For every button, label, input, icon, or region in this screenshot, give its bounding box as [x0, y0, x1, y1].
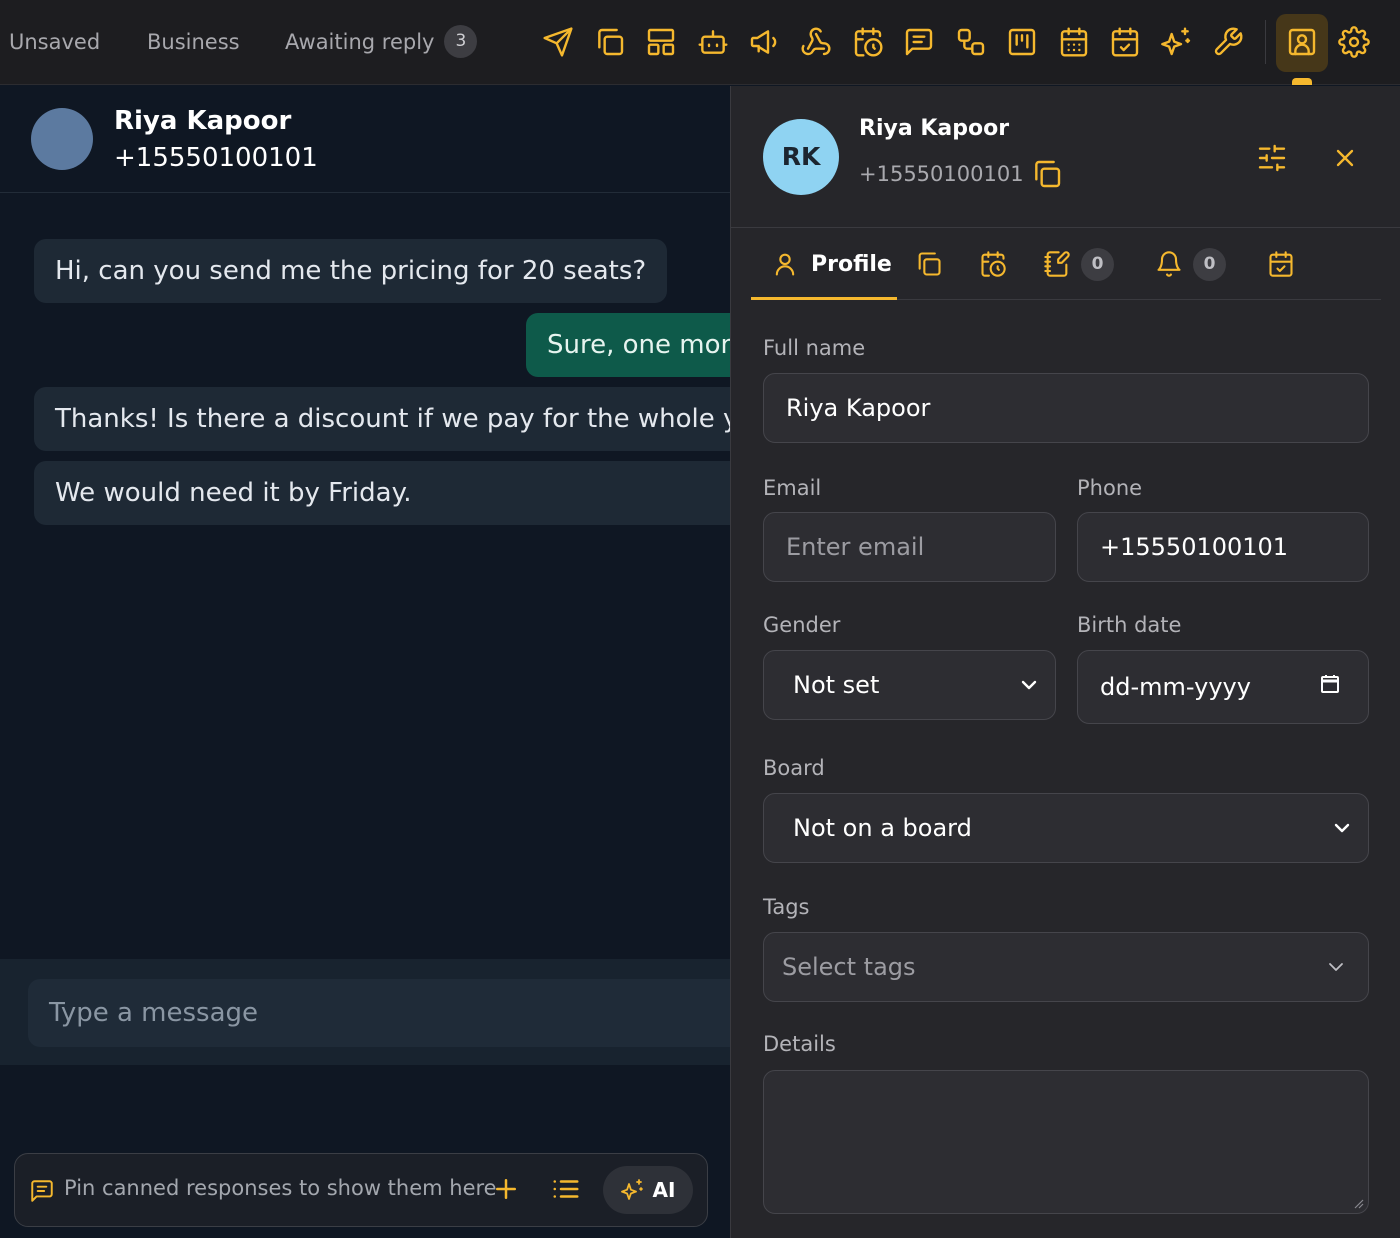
board-label: Board [763, 756, 825, 780]
avatar[interactable] [31, 108, 93, 170]
ai-button[interactable]: AI [603, 1166, 693, 1214]
webhook-icon[interactable] [796, 22, 836, 62]
user-icon [775, 253, 795, 276]
contact-phone: +15550100101 [114, 143, 318, 173]
sparkles-icon[interactable] [1157, 22, 1197, 62]
canned-hint: Pin canned responses to show them here [64, 1176, 497, 1200]
contact-name: Riya Kapoor [114, 106, 292, 136]
gender-select[interactable]: Not set [763, 650, 1056, 720]
toolbar-separator [1265, 20, 1266, 64]
details-label: Details [763, 1032, 836, 1056]
copy-icon [918, 252, 941, 276]
contact-card-icon[interactable] [1282, 22, 1322, 62]
layout-icon[interactable] [641, 22, 681, 62]
megaphone-icon[interactable] [744, 22, 784, 62]
gender-value: Not set [793, 671, 880, 699]
tab-reminders[interactable]: 0 [1155, 246, 1226, 282]
chevron-down-icon [1334, 823, 1350, 833]
message-square-icon [31, 1180, 53, 1202]
tab-business[interactable]: Business [147, 0, 240, 85]
tab-scheduled[interactable] [979, 246, 1007, 282]
close-icon[interactable] [1331, 144, 1359, 172]
email-label: Email [763, 476, 822, 500]
tags-placeholder: Select tags [782, 953, 916, 981]
count-badge: 0 [1193, 247, 1226, 281]
calendar-check-icon[interactable] [1105, 22, 1145, 62]
chevron-down-icon [1021, 680, 1037, 690]
message-incoming: Thanks! Is there a discount if we pay fo… [34, 387, 730, 451]
message-input[interactable]: Type a message [28, 979, 730, 1047]
birth-date-field[interactable]: dd-mm-yyyy [1077, 650, 1369, 724]
panel-contact-name: Riya Kapoor [859, 116, 1010, 141]
bot-icon[interactable] [693, 22, 733, 62]
board-select[interactable]: Not on a board [763, 793, 1369, 863]
calendar-grid-icon[interactable] [1054, 22, 1094, 62]
message-incoming: We would need it by Friday. [34, 461, 730, 525]
tab-copy[interactable] [915, 246, 943, 282]
message-incoming: Hi, can you send me the pricing for 20 s… [34, 239, 668, 303]
kanban-icon[interactable] [1002, 22, 1042, 62]
top-toolbar: Unsaved Business Awaiting reply 3 [0, 0, 1400, 85]
copy-icon[interactable] [590, 22, 630, 62]
sliders-icon[interactable] [1256, 142, 1288, 174]
tab-label: Business [147, 30, 240, 54]
calendar-clock-icon[interactable] [848, 22, 888, 62]
bell-icon [1157, 251, 1181, 277]
tab-label: Awaiting reply [285, 30, 435, 54]
count-badge: 3 [444, 24, 478, 58]
contact-panel: RK Riya Kapoor +15550100101 Profile 0 0 … [730, 86, 1400, 1238]
board-value: Not on a board [793, 814, 972, 842]
calendar-check-icon [1269, 251, 1293, 277]
calendar-clock-icon [981, 251, 1006, 277]
avatar: RK [763, 119, 839, 195]
tab-profile[interactable]: Profile [771, 246, 892, 282]
tab-tasks[interactable] [1267, 246, 1295, 282]
birth-date-label: Birth date [1077, 613, 1182, 637]
count-badge: 0 [1081, 247, 1114, 281]
calendar-icon[interactable] [1318, 672, 1342, 696]
tab-awaiting-reply[interactable]: Awaiting reply 3 [285, 0, 478, 85]
panel-tabs: Profile 0 0 [751, 228, 1381, 300]
gender-label: Gender [763, 613, 841, 637]
tags-select[interactable]: Select tags [763, 932, 1369, 1002]
phone-label: Phone [1077, 476, 1143, 500]
tab-unsaved[interactable]: Unsaved [9, 0, 100, 85]
active-indicator [1292, 78, 1312, 85]
panel-contact-phone: +15550100101 [859, 162, 1024, 186]
phone-field[interactable]: +15550100101 [1077, 512, 1369, 582]
tags-label: Tags [763, 895, 810, 919]
chat-pane: Riya Kapoor +15550100101 Hi, can you sen… [0, 86, 730, 1238]
birth-date-placeholder: dd-mm-yyyy [1100, 673, 1251, 701]
wrench-icon[interactable] [1208, 22, 1248, 62]
full-name-label: Full name [763, 336, 866, 360]
active-tab-underline [751, 297, 897, 300]
workflow-icon[interactable] [951, 22, 991, 62]
gear-icon[interactable] [1334, 22, 1374, 62]
full-name-field[interactable]: Riya Kapoor [763, 373, 1369, 443]
tab-label: Unsaved [9, 30, 101, 54]
tab-notes[interactable]: 0 [1043, 246, 1114, 282]
list-icon[interactable] [551, 1174, 581, 1204]
send-icon[interactable] [538, 22, 578, 62]
resize-grip-icon[interactable] [1352, 1197, 1364, 1209]
copy-icon[interactable] [1031, 158, 1063, 190]
message-outgoing: Sure, one moment [526, 313, 730, 377]
message-square-icon[interactable] [899, 22, 939, 62]
details-textarea[interactable] [763, 1070, 1369, 1214]
ai-label: AI [652, 1178, 676, 1202]
canned-responses-bar: Pin canned responses to show them here A… [14, 1153, 708, 1227]
tab-label: Profile [811, 251, 892, 277]
composer: Type a message [0, 959, 730, 1065]
email-field[interactable]: Enter email [763, 512, 1056, 582]
chevron-down-icon [1329, 963, 1343, 971]
chat-header: Riya Kapoor +15550100101 [0, 86, 730, 193]
notes-icon [1044, 251, 1070, 277]
plus-icon[interactable] [491, 1174, 521, 1204]
sparkles-icon [620, 1179, 643, 1200]
